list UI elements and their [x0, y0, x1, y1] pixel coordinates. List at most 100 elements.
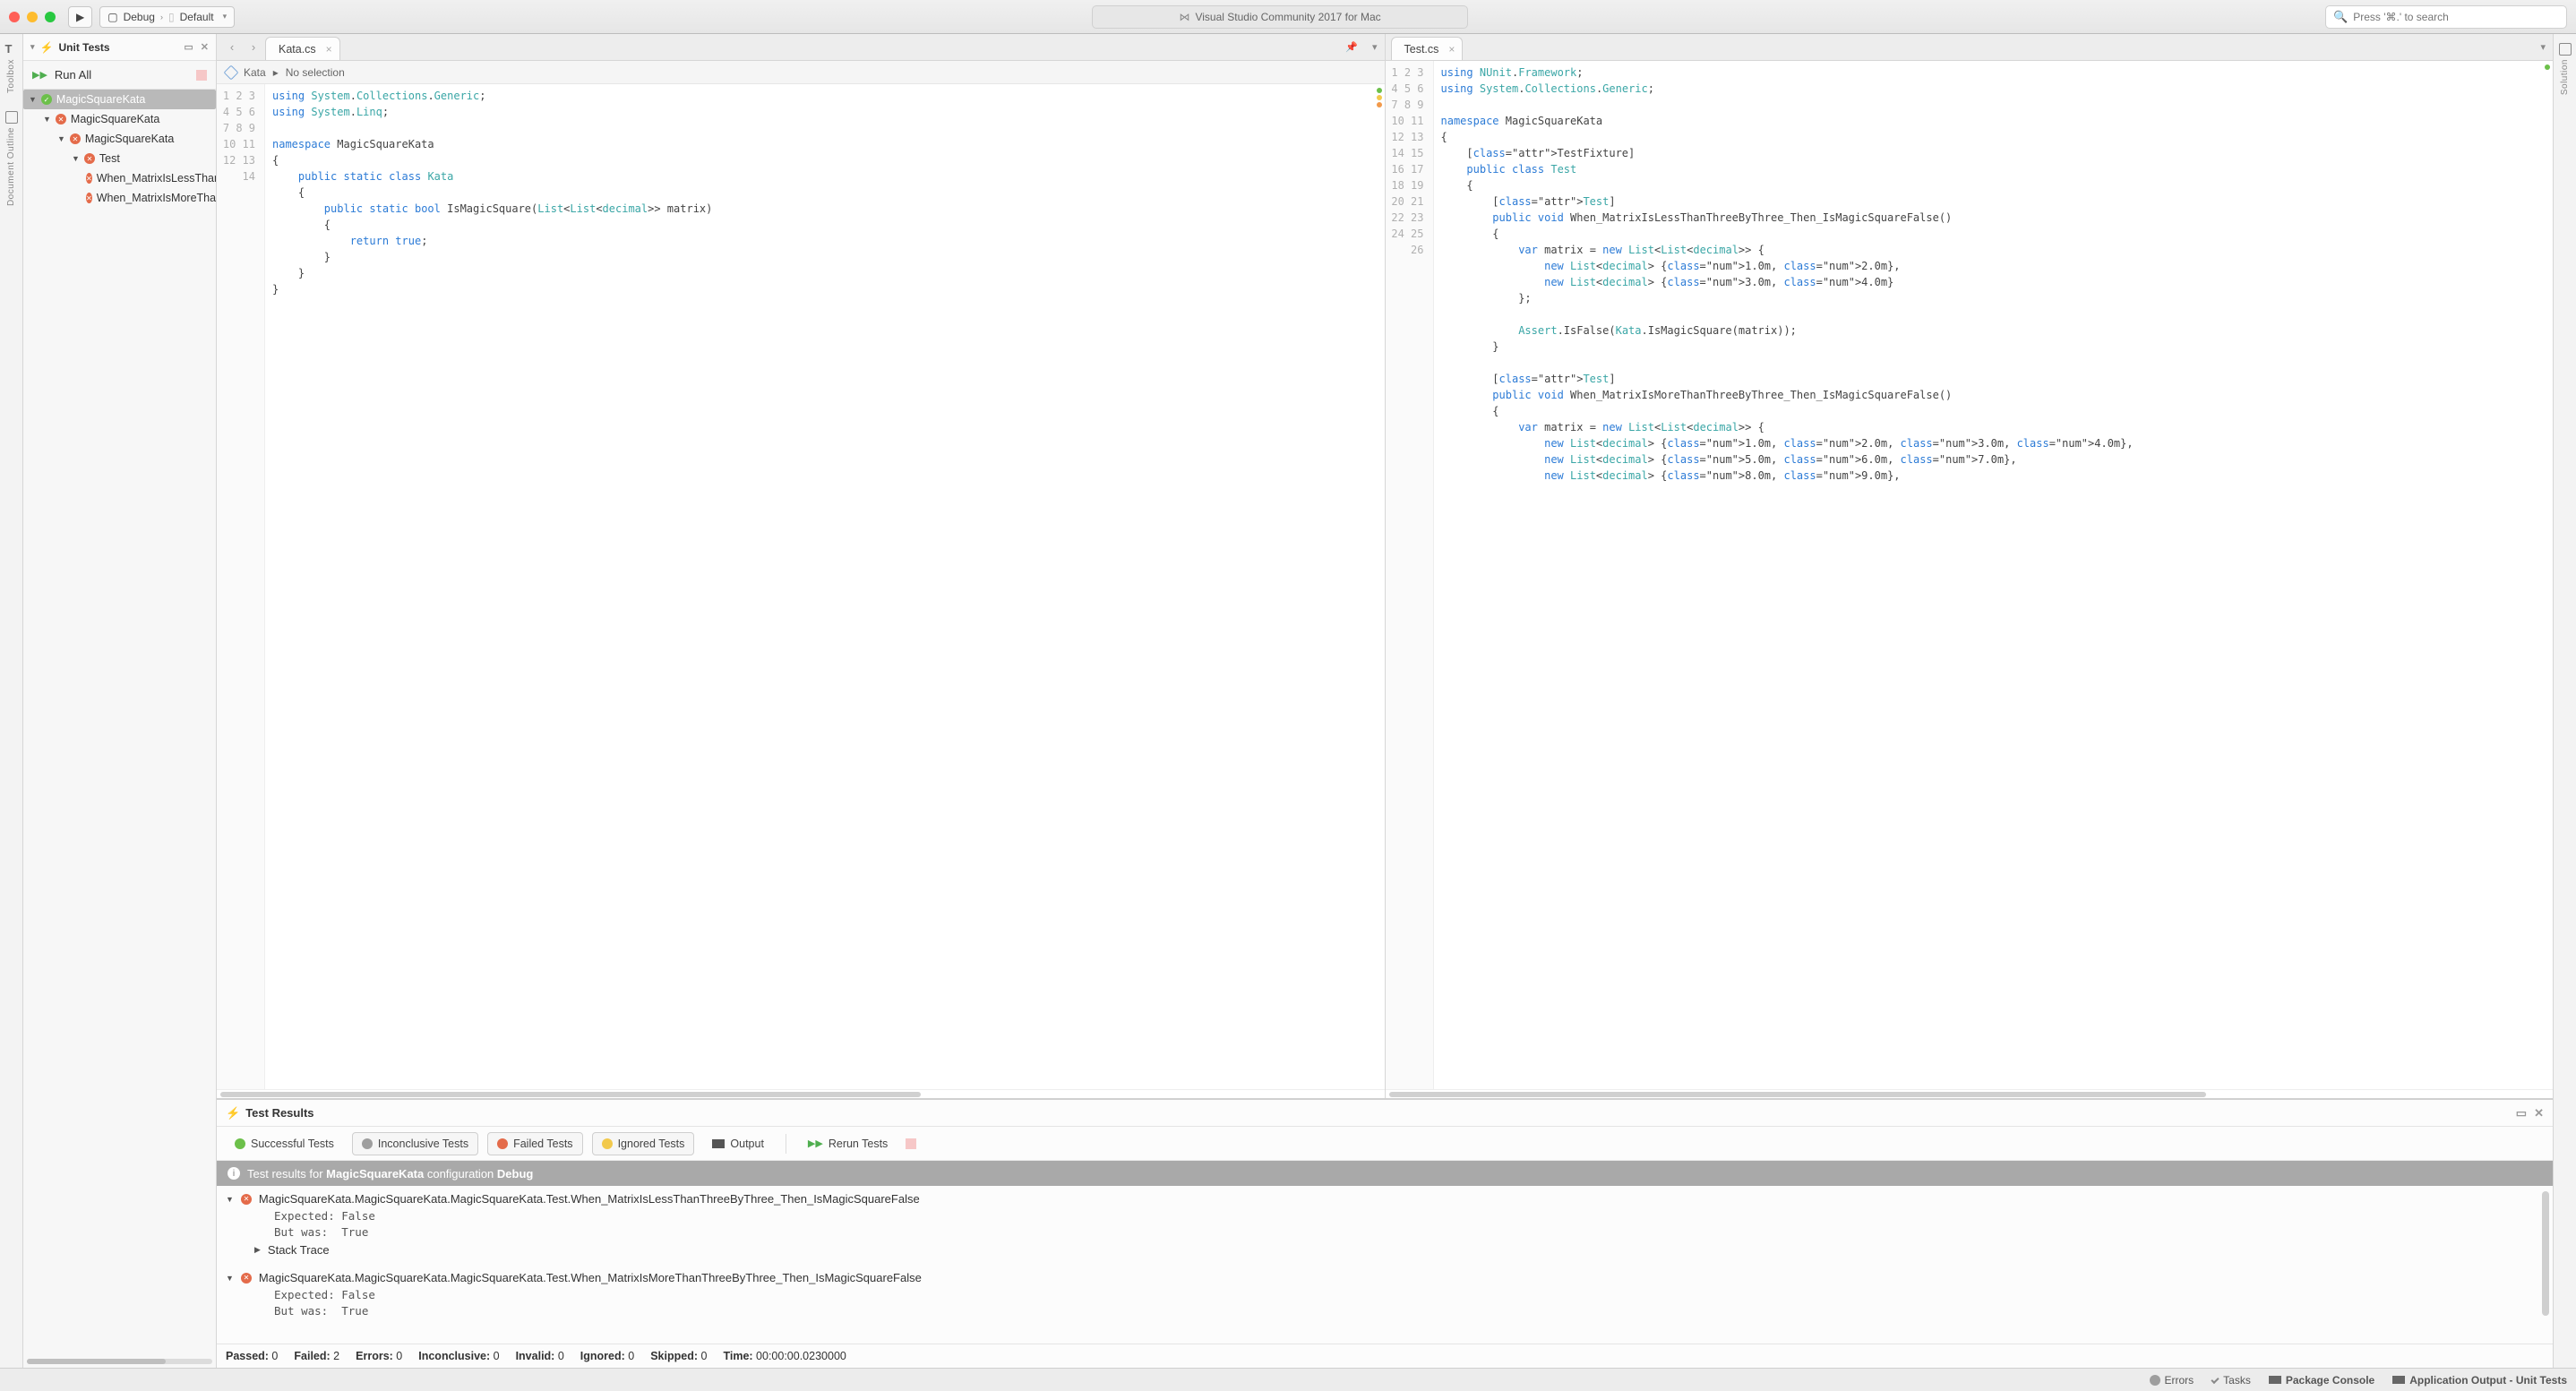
breadcrumb-current: No selection — [286, 66, 345, 79]
code-area-right[interactable]: 1 2 3 4 5 6 7 8 9 10 11 12 13 14 15 16 1… — [1386, 61, 2554, 1089]
code-text[interactable]: using NUnit.Framework; using System.Coll… — [1434, 61, 2554, 1089]
filter-successful[interactable]: Successful Tests — [226, 1132, 343, 1155]
disclosure-icon[interactable]: ▼ — [43, 115, 51, 124]
chevron-down-icon[interactable]: ▾ — [2540, 41, 2546, 53]
status-tasks[interactable]: Tasks — [2211, 1374, 2251, 1387]
summary-failed: Failed: 2 — [294, 1350, 339, 1362]
close-tab-icon[interactable]: × — [1448, 43, 1455, 56]
tree-item[interactable]: ▼✕Test — [23, 149, 216, 168]
status-app-output[interactable]: Application Output - Unit Tests — [2392, 1374, 2567, 1387]
tree-item[interactable]: ▼✕MagicSquareKata — [23, 109, 216, 129]
results-vscrollbar[interactable] — [2542, 1191, 2549, 1338]
test-results-header: ⚡ Test Results ▭ ✕ — [217, 1100, 2553, 1127]
nav-back-button[interactable]: ‹ — [222, 38, 242, 57]
tab-kata[interactable]: Kata.cs × — [265, 37, 340, 60]
title-pill: ⋈ Visual Studio Community 2017 for Mac — [1092, 5, 1468, 29]
disclosure-icon[interactable]: ▼ — [72, 154, 80, 163]
editor-hscrollbar[interactable] — [217, 1089, 1385, 1098]
failure-row[interactable]: ▼✕MagicSquareKata.MagicSquareKata.MagicS… — [217, 1189, 2553, 1208]
disclosure-icon[interactable]: ▼ — [29, 95, 37, 104]
filter-failed[interactable]: Failed Tests — [487, 1132, 582, 1155]
stack-trace-label: Stack Trace — [268, 1243, 330, 1257]
rail-toolbox-label: Toolbox — [6, 59, 16, 93]
editors-split: ‹ › Kata.cs × 📌 ▾ Kata ▸ No selection — [217, 34, 2553, 1099]
filter-inconclusive[interactable]: Inconclusive Tests — [352, 1132, 478, 1155]
tree-item[interactable]: ✕ When_MatrixIsMoreThanThreeByThree_Then_… — [23, 188, 216, 208]
tab-label: Kata.cs — [279, 43, 316, 56]
search-input[interactable] — [2353, 11, 2559, 23]
rail-solution[interactable]: Solution — [2559, 39, 2572, 99]
tree-item[interactable]: ▼✕MagicSquareKata — [23, 129, 216, 149]
unit-tests-tree[interactable]: ▼✓MagicSquareKata▼✕MagicSquareKata▼✕Magi… — [23, 90, 216, 1355]
summary-ignored: Ignored: 0 — [580, 1350, 634, 1362]
code-text[interactable]: using System.Collections.Generic; using … — [265, 84, 1385, 1089]
failure-message: Expected: False But was: True — [217, 1287, 2553, 1319]
play-icon: ▶ — [76, 11, 84, 23]
failure-row[interactable]: ▼✕MagicSquareKata.MagicSquareKata.MagicS… — [217, 1268, 2553, 1287]
filter-output[interactable]: Output — [703, 1132, 773, 1155]
code-area-left[interactable]: 1 2 3 4 5 6 7 8 9 10 11 12 13 14 using S… — [217, 84, 1385, 1089]
filter-ignored[interactable]: Ignored Tests — [592, 1132, 695, 1155]
main-area: T Toolbox Document Outline ▾ ⚡ Unit Test… — [0, 34, 2576, 1368]
chevron-down-icon[interactable]: ▾ — [30, 42, 35, 52]
chevron-down-icon[interactable]: ▾ — [1372, 41, 1378, 53]
stop-icon[interactable] — [196, 70, 207, 81]
tree-item-label: Test — [99, 152, 120, 165]
rail-solution-label: Solution — [2560, 59, 2570, 95]
tree-item-label: When_MatrixIsMoreThanThreeByThree_Then_I… — [97, 192, 216, 204]
summary-passed: Passed: 0 — [226, 1350, 278, 1362]
minimize-window-button[interactable] — [27, 12, 38, 22]
close-panel-icon[interactable]: ✕ — [201, 41, 209, 53]
summary-time: Time: 00:00:00.0230000 — [723, 1350, 846, 1362]
test-results-banner: i Test results for MagicSquareKata confi… — [217, 1161, 2553, 1186]
unit-tests-title: Unit Tests — [58, 41, 109, 54]
close-tab-icon[interactable]: × — [326, 43, 332, 56]
stack-trace-toggle[interactable]: ▶ Stack Trace — [217, 1241, 2553, 1259]
tree-item[interactable]: ▼✓MagicSquareKata — [23, 90, 216, 109]
type-icon — [224, 64, 239, 80]
run-all-button[interactable]: Run All — [55, 68, 91, 82]
marker-green — [1377, 88, 1382, 93]
fail-icon: ✕ — [241, 1194, 252, 1205]
editor-hscrollbar[interactable] — [1386, 1089, 2554, 1098]
configuration-selector[interactable]: ▢ Debug › ▯ Default ▾ — [99, 6, 235, 28]
output-icon — [712, 1139, 725, 1148]
banner-text: Test results for MagicSquareKata configu… — [247, 1167, 533, 1181]
breadcrumb-left[interactable]: Kata ▸ No selection — [217, 61, 1385, 84]
marker-green — [2545, 64, 2550, 70]
tree-hscrollbar[interactable] — [27, 1359, 212, 1364]
run-button[interactable]: ▶ — [68, 6, 92, 28]
fail-icon: ✕ — [56, 114, 66, 125]
test-results-body[interactable]: ▼✕MagicSquareKata.MagicSquareKata.MagicS… — [217, 1186, 2553, 1344]
close-window-button[interactable] — [9, 12, 20, 22]
disclosure-icon[interactable]: ▼ — [57, 134, 65, 143]
breadcrumb-root: Kata — [244, 66, 266, 79]
disclosure-icon[interactable]: ▼ — [226, 1274, 234, 1283]
marker-orange — [1377, 102, 1382, 107]
stop-icon[interactable] — [906, 1138, 916, 1149]
status-errors[interactable]: Errors — [2150, 1374, 2194, 1387]
fail-icon: ✕ — [70, 133, 81, 144]
disclosure-icon[interactable]: ▼ — [226, 1195, 234, 1204]
rail-toolbox[interactable]: T Toolbox — [5, 39, 18, 97]
dock-icon[interactable]: ▭ — [184, 41, 193, 53]
bolt-icon: ⚡ — [226, 1106, 240, 1121]
zoom-window-button[interactable] — [45, 12, 56, 22]
tab-test[interactable]: Test.cs × — [1391, 37, 1464, 60]
left-rail: T Toolbox Document Outline — [0, 34, 23, 1368]
ignored-icon — [602, 1138, 613, 1149]
rail-doc-outline[interactable]: Document Outline — [5, 107, 18, 210]
status-package-console[interactable]: Package Console — [2269, 1374, 2374, 1387]
fail-icon: ✕ — [86, 193, 92, 203]
marker-strip — [1377, 88, 1382, 107]
disclosure-icon[interactable]: ▶ — [254, 1245, 261, 1255]
chevron-down-icon: ▾ — [223, 12, 228, 21]
dock-icon[interactable]: ▭ — [2516, 1106, 2527, 1121]
nav-forward-button[interactable]: › — [244, 38, 263, 57]
tree-item[interactable]: ✕When_MatrixIsLessThanThreeByThree_Then_… — [23, 168, 216, 188]
global-search[interactable]: 🔍 — [2325, 5, 2567, 29]
rerun-tests-button[interactable]: ▶▶Rerun Tests — [799, 1132, 897, 1155]
pin-icon[interactable]: 📌 — [1345, 41, 1358, 53]
close-panel-icon[interactable]: ✕ — [2534, 1106, 2544, 1121]
tabbar-left: ‹ › Kata.cs × 📌 ▾ — [217, 34, 1385, 61]
